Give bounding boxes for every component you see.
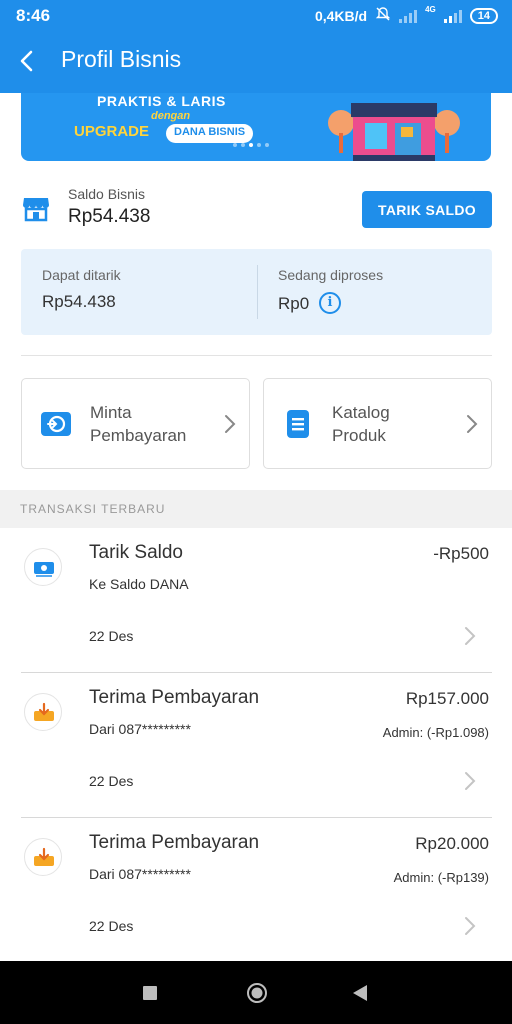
network-type: 4G xyxy=(425,5,436,14)
home-button[interactable] xyxy=(246,982,268,1004)
withdraw-icon xyxy=(24,548,62,586)
saldo-value: Rp54.438 xyxy=(68,206,151,227)
carousel-dots xyxy=(233,143,269,147)
saldo-label: Saldo Bisnis xyxy=(68,186,146,202)
receive-payment-icon xyxy=(24,693,62,731)
transaction-date: 22 Des xyxy=(89,773,134,789)
system-nav-bar xyxy=(0,961,512,1024)
tarik-saldo-button[interactable]: TARIK SALDO xyxy=(362,191,492,228)
transaction-amount: Rp157.000 xyxy=(405,689,489,708)
recent-transactions-header: TRANSAKSI TERBARU xyxy=(0,490,512,528)
banner-connector: dengan xyxy=(151,110,191,122)
withdrawable-label: Dapat ditarik xyxy=(42,267,121,283)
transaction-admin-fee: Admin: (-Rp1.098) xyxy=(382,725,489,740)
chevron-right-icon xyxy=(464,916,476,936)
section-title: TRANSAKSI TERBARU xyxy=(20,502,166,516)
transaction-name: Terima Pembayaran xyxy=(89,832,260,853)
arrow-left-icon[interactable] xyxy=(14,44,44,78)
cell-signal-icon xyxy=(443,9,462,23)
info-icon[interactable]: i xyxy=(319,292,341,314)
wifi-signal-icon xyxy=(399,9,418,23)
transaction-date: 22 Des xyxy=(89,628,134,644)
shop-illustration xyxy=(328,103,460,161)
dana-bisnis-badge: DANA BISNIS xyxy=(166,124,254,143)
withdrawable-value: Rp54.438 xyxy=(42,292,116,311)
transaction-amount: -Rp500 xyxy=(433,544,489,563)
transaction-row[interactable]: Terima Pembayaran Dari 087********* Rp15… xyxy=(0,673,512,818)
processing-value: Rp0 xyxy=(278,294,310,313)
request-payment-icon xyxy=(40,409,72,439)
chevron-right-icon xyxy=(223,413,237,435)
back-triangle-icon[interactable] xyxy=(352,984,368,1002)
banner-upgrade: UPGRADE xyxy=(74,123,150,140)
transaction-name: Tarik Saldo xyxy=(89,542,183,563)
processing-label: Sedang diproses xyxy=(278,267,384,283)
request-payment-card[interactable]: Minta Pembayaran xyxy=(21,378,250,469)
catalog-card[interactable]: Katalog Produk xyxy=(263,378,492,469)
notifications-off-icon xyxy=(375,6,391,25)
transaction-date: 22 Des xyxy=(89,918,134,934)
status-bar: 8:46 0,4KB/d 4G 14 xyxy=(0,0,512,30)
page-title: Profil Bisnis xyxy=(61,46,182,72)
status-time: 8:46 xyxy=(16,6,51,25)
store-icon xyxy=(22,194,50,222)
balance-info-box: Dapat ditarik Rp54.438 Sedang diproses R… xyxy=(21,249,492,335)
catalog-label: Katalog Produk xyxy=(332,403,390,445)
recents-button[interactable] xyxy=(143,986,157,1000)
transaction-detail: Dari 087********* xyxy=(89,721,191,737)
catalog-icon xyxy=(282,409,314,439)
status-indicators: 0,4KB/d 4G 14 xyxy=(315,6,498,25)
transaction-row[interactable]: Tarik Saldo Ke Saldo DANA -Rp500 22 Des xyxy=(0,528,512,673)
transaction-amount: Rp20.000 xyxy=(415,834,489,853)
divider xyxy=(21,355,492,356)
info-divider xyxy=(257,265,258,319)
battery-indicator: 14 xyxy=(469,7,498,24)
chevron-right-icon xyxy=(464,771,476,791)
banner-headline: PRAKTIS & LARIS xyxy=(97,93,226,109)
promo-banner[interactable]: PRAKTIS & LARIS dengan UPGRADE DANA BISN… xyxy=(21,93,491,161)
app-bar: Profil Bisnis xyxy=(0,30,512,93)
transaction-name: Terima Pembayaran xyxy=(89,687,260,708)
network-speed: 0,4KB/d xyxy=(314,7,368,24)
chevron-right-icon xyxy=(464,626,476,646)
transaction-detail: Dari 087********* xyxy=(89,866,191,882)
transaction-admin-fee: Admin: (-Rp139) xyxy=(393,870,489,885)
request-payment-label: Minta Pembayaran xyxy=(90,403,187,445)
transaction-detail: Ke Saldo DANA xyxy=(89,576,189,592)
receive-payment-icon xyxy=(24,838,62,876)
chevron-right-icon xyxy=(465,413,479,435)
transaction-row[interactable]: Terima Pembayaran Dari 087********* Rp20… xyxy=(0,818,512,963)
top-bar: 8:46 0,4KB/d 4G 14 Profil Bisnis xyxy=(0,0,512,93)
